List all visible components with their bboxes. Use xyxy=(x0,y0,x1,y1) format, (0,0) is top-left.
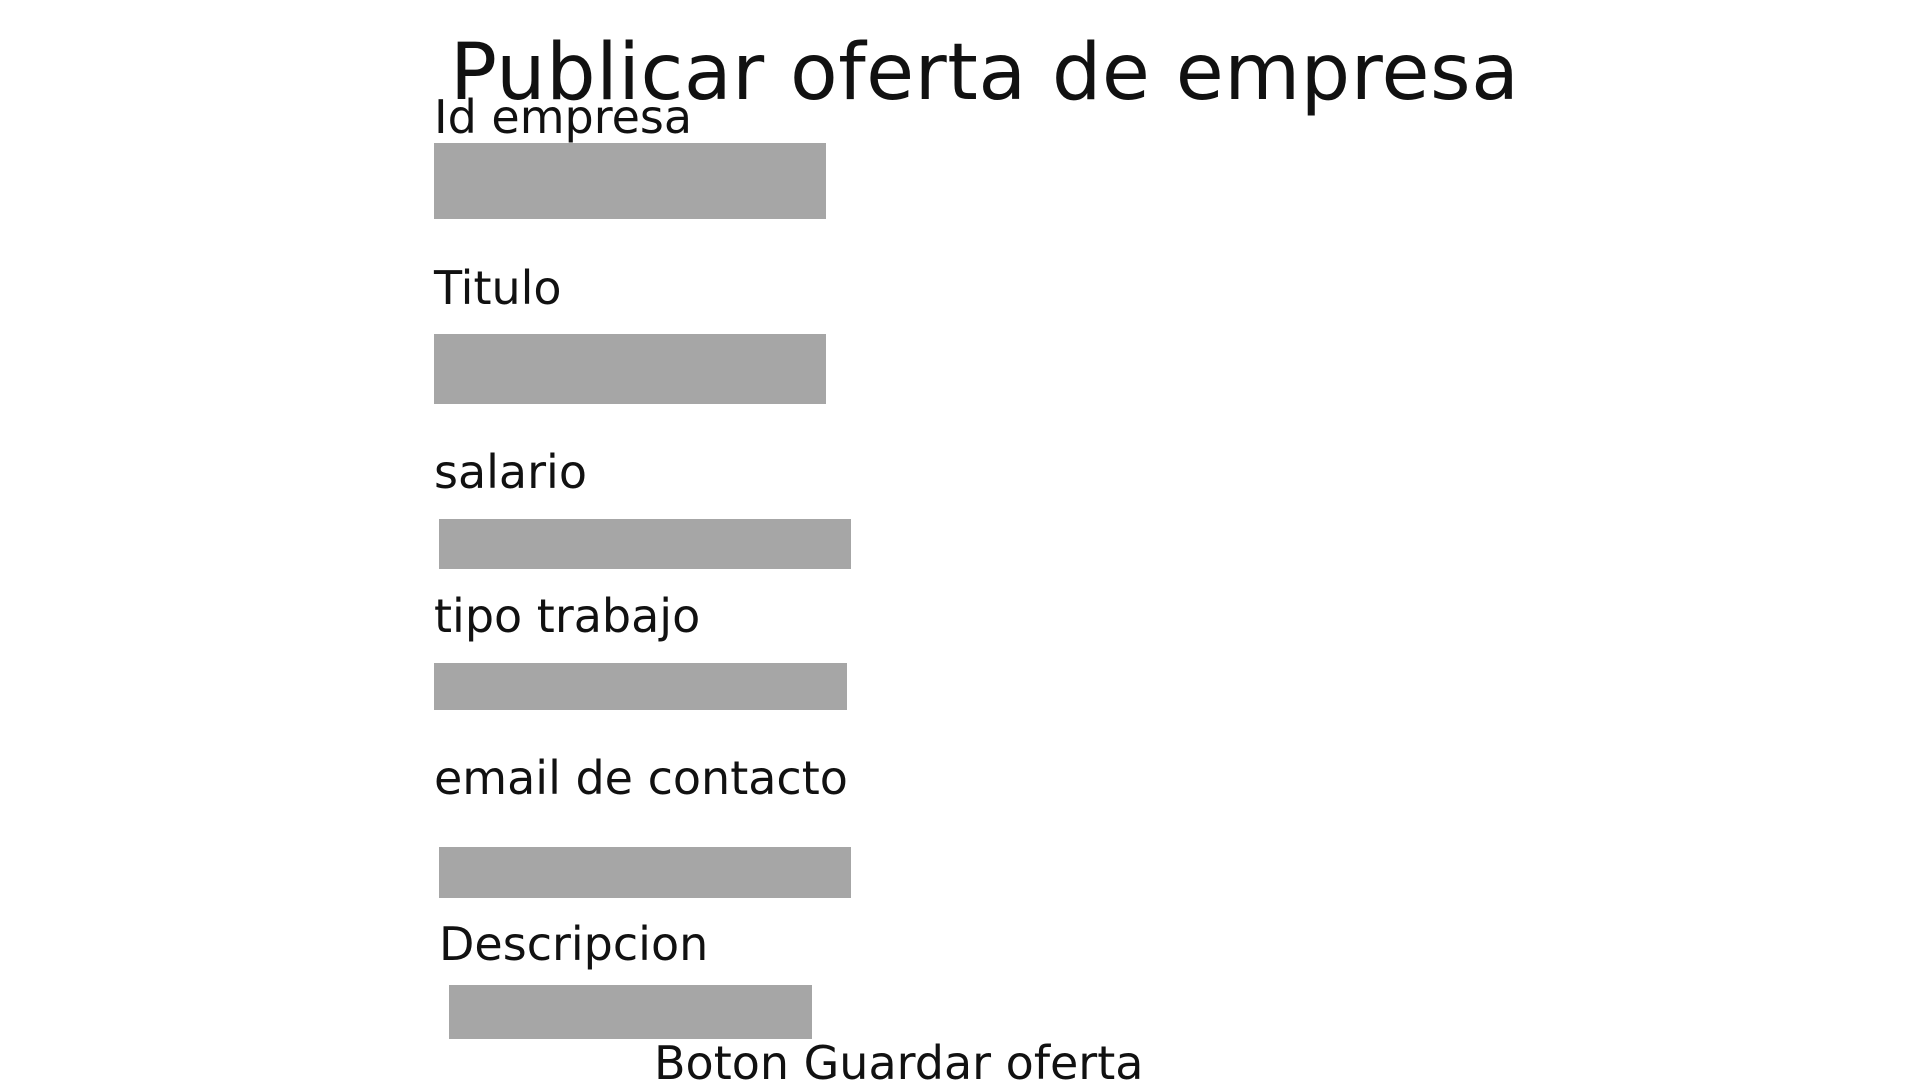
salario-label: salario xyxy=(434,445,587,499)
id-empresa-label: Id empresa xyxy=(434,90,693,144)
guardar-oferta-button[interactable]: Boton Guardar oferta xyxy=(654,1040,1143,1080)
titulo-input[interactable] xyxy=(434,334,826,404)
descripcion-input[interactable] xyxy=(449,985,812,1039)
tipo-trabajo-label: tipo trabajo xyxy=(434,589,701,643)
email-contacto-input[interactable] xyxy=(439,847,851,898)
titulo-label: Titulo xyxy=(434,261,562,315)
descripcion-label: Descripcion xyxy=(439,917,709,971)
id-empresa-input[interactable] xyxy=(434,143,826,219)
email-contacto-label: email de contacto xyxy=(434,751,848,805)
salario-input[interactable] xyxy=(439,519,851,569)
tipo-trabajo-input[interactable] xyxy=(434,663,847,710)
